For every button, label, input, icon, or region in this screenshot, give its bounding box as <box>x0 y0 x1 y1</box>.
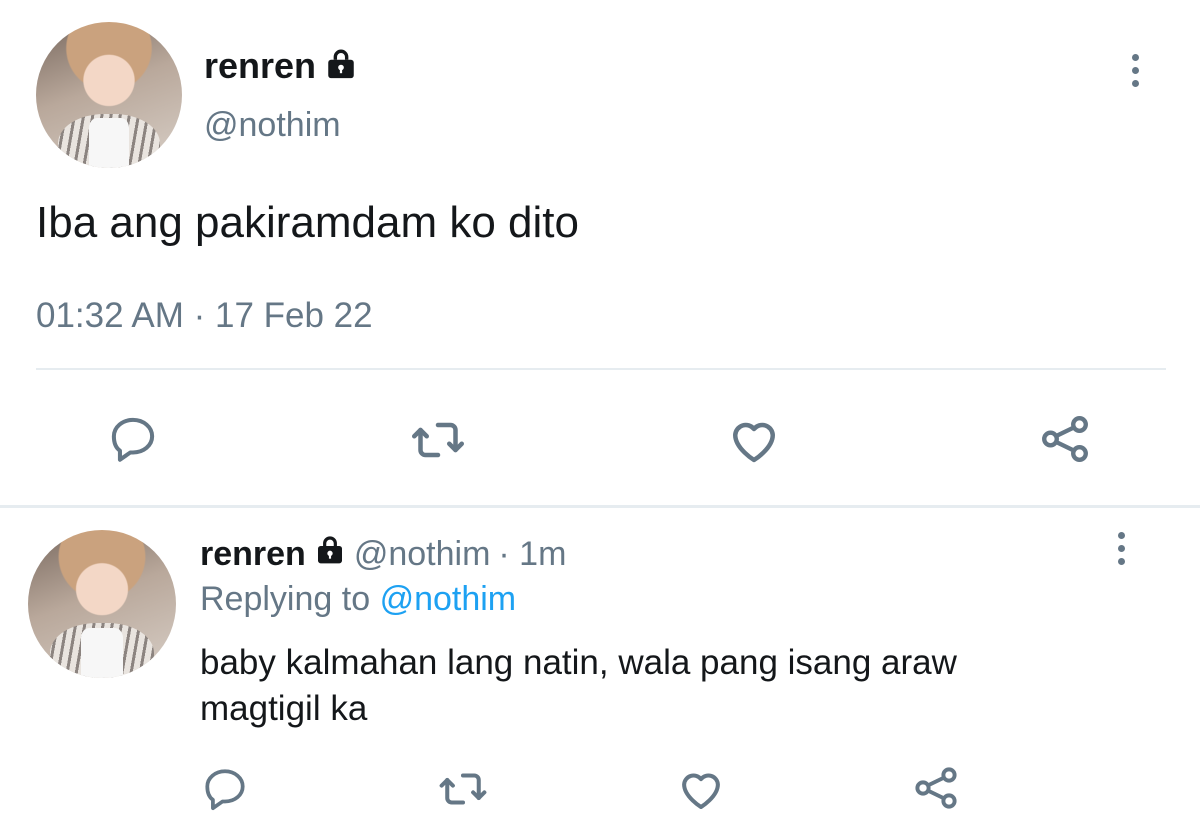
handle[interactable]: @nothim <box>204 106 341 145</box>
relative-time[interactable]: · 1m <box>498 535 566 574</box>
display-name-row[interactable]: renren <box>204 44 358 88</box>
like-icon[interactable] <box>674 762 728 816</box>
avatar-tee <box>81 627 123 678</box>
like-icon[interactable] <box>724 410 784 470</box>
reply-text-line: baby kalmahan lang natin, wala pang isan… <box>200 643 957 682</box>
lock-icon <box>324 47 358 86</box>
divider <box>0 505 1200 508</box>
more-options-icon[interactable] <box>1118 532 1125 565</box>
divider <box>36 368 1166 370</box>
avatar[interactable] <box>28 530 176 678</box>
replying-to: Replying to @nothim <box>200 580 516 619</box>
reply-text-line: magtigil ka <box>200 689 368 728</box>
avatar-tee <box>88 118 130 168</box>
more-options-icon[interactable] <box>1132 54 1139 87</box>
reply-icon[interactable] <box>200 764 250 814</box>
lock-icon <box>314 534 346 575</box>
avatar[interactable] <box>36 22 182 168</box>
tweet-text: Iba ang pakiramdam ko dito <box>36 198 579 247</box>
tweet-timestamp[interactable]: 01:32 AM · 17 Feb 22 <box>36 296 373 336</box>
reply-text: baby kalmahan lang natin, wala pang isan… <box>200 640 957 732</box>
reply-icon[interactable] <box>106 412 160 466</box>
display-name[interactable]: renren <box>204 45 316 87</box>
share-icon[interactable] <box>1036 410 1094 468</box>
replying-to-handle-link[interactable]: @nothim <box>380 580 517 618</box>
display-name[interactable]: renren <box>200 535 306 574</box>
replying-to-label: Replying to <box>200 580 371 618</box>
retweet-icon[interactable] <box>408 410 468 470</box>
retweet-icon[interactable] <box>436 762 490 816</box>
reply-header-row[interactable]: renren @nothim · 1m <box>200 532 566 576</box>
handle[interactable]: @nothim <box>354 535 491 574</box>
share-icon[interactable] <box>910 762 962 814</box>
